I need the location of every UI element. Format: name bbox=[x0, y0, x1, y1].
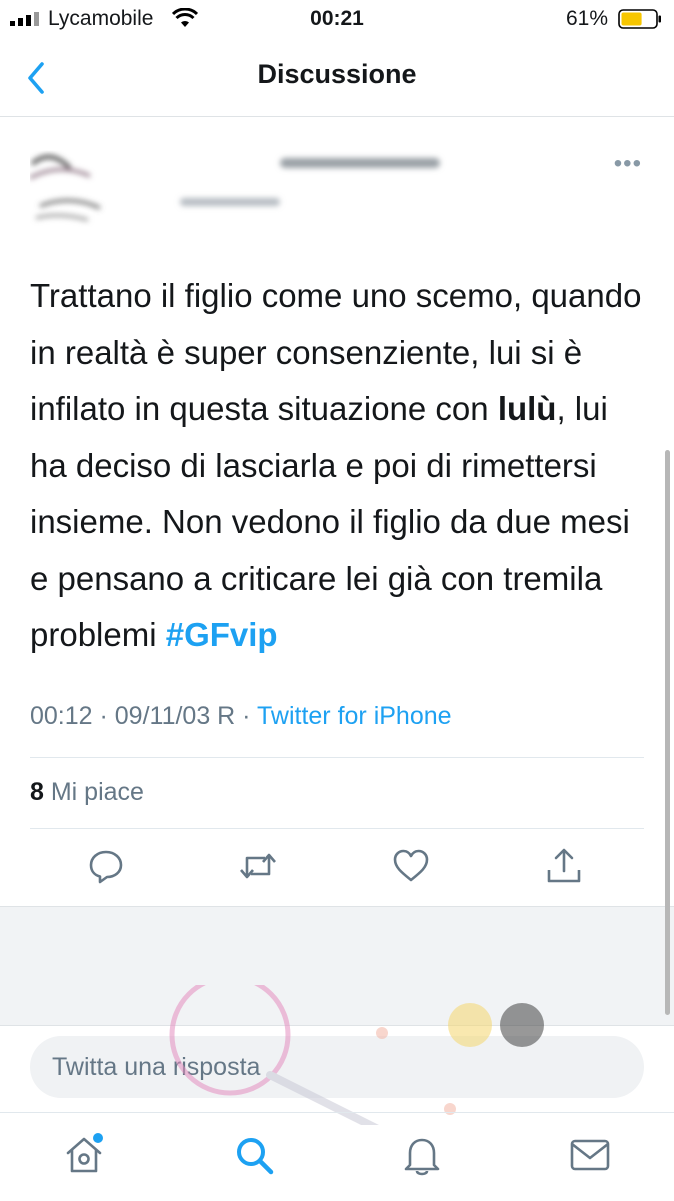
tweet-text-bold: lulù bbox=[497, 390, 557, 427]
tab-bar bbox=[0, 1112, 674, 1201]
nav-bar: Discussione bbox=[0, 40, 674, 117]
mail-icon[interactable] bbox=[568, 1133, 612, 1177]
scrollbar[interactable] bbox=[665, 450, 670, 1015]
search-icon[interactable] bbox=[232, 1133, 276, 1177]
tweet-text-part: , lui ha deciso di lasciarla e poi di ri… bbox=[30, 390, 630, 653]
tweet-timestamp: 00:12 · 09/11/03 R · bbox=[30, 702, 258, 730]
more-horizontal-icon[interactable]: ••• bbox=[614, 152, 642, 176]
replies-area bbox=[0, 906, 674, 1026]
likes-summary[interactable]: 8 Mi piace bbox=[30, 778, 144, 807]
tweet-text: Trattano il figlio come uno scemo, quand… bbox=[30, 268, 650, 664]
reply-input[interactable] bbox=[30, 1036, 612, 1098]
divider bbox=[30, 828, 644, 829]
heart-icon[interactable] bbox=[391, 846, 431, 886]
page-title: Discussione bbox=[257, 59, 417, 89]
home-icon[interactable] bbox=[62, 1133, 106, 1177]
tweet-meta: 00:12 · 09/11/03 R · Twitter for iPhone bbox=[30, 702, 452, 731]
battery-icon bbox=[618, 9, 661, 29]
likes-label: Mi piace bbox=[50, 778, 144, 806]
battery-percentage: 61% bbox=[565, 7, 608, 30]
tweet-actions bbox=[0, 846, 674, 890]
reply-icon[interactable] bbox=[86, 846, 126, 886]
likes-count: 8 bbox=[30, 778, 44, 806]
tweet-source-link[interactable]: Twitter for iPhone bbox=[257, 702, 452, 730]
blurred-author-block bbox=[29, 155, 440, 222]
status-bar: Lycamobile 00:21 61% bbox=[0, 0, 674, 40]
bell-icon[interactable] bbox=[400, 1133, 444, 1177]
divider bbox=[30, 757, 644, 758]
share-icon[interactable] bbox=[544, 846, 584, 886]
reply-box[interactable] bbox=[30, 1036, 644, 1098]
hashtag-link[interactable]: #GFvip bbox=[166, 616, 278, 653]
retweet-icon[interactable] bbox=[238, 846, 278, 886]
tweet-author-obscured[interactable] bbox=[29, 128, 470, 228]
